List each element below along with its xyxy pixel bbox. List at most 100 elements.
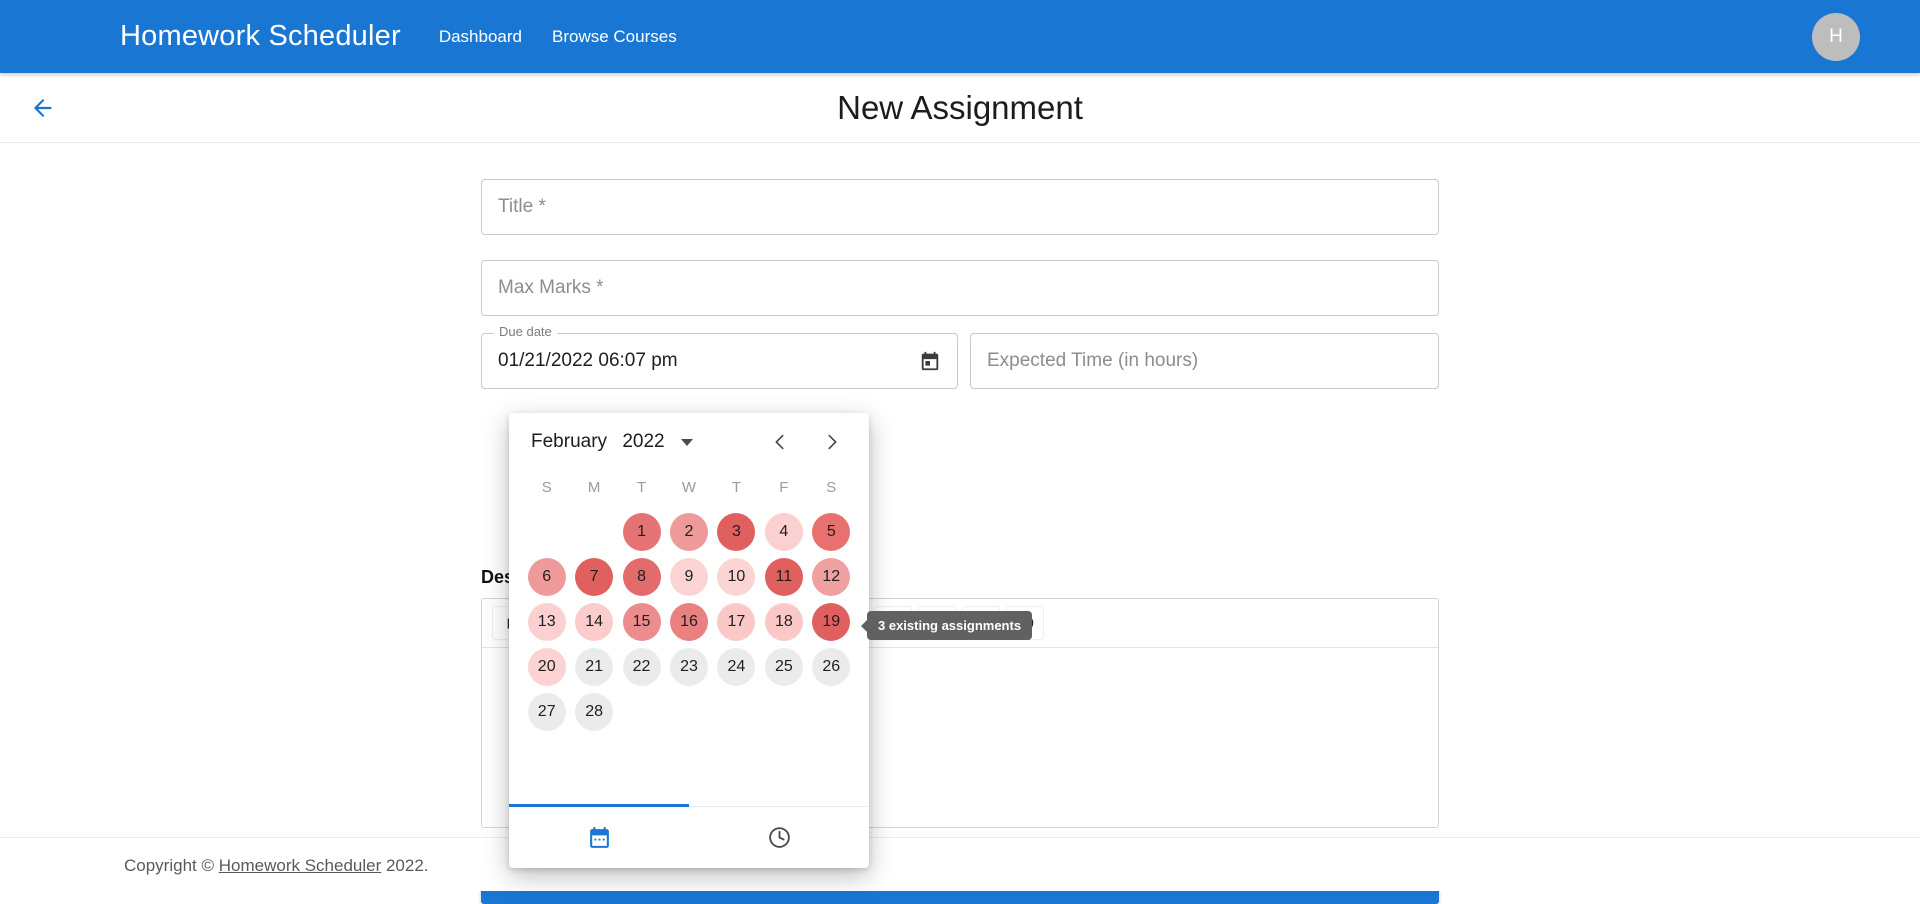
open-calendar-button[interactable] <box>919 350 941 372</box>
day-cell: 23 <box>665 644 712 689</box>
clock-icon <box>767 825 792 850</box>
calendar-day[interactable]: 9 <box>670 558 708 596</box>
day-cell: 28 <box>570 689 617 734</box>
date-picker-header: February 2022 <box>509 413 869 471</box>
day-cell: 22 <box>618 644 665 689</box>
day-cell: 10 <box>713 554 760 599</box>
calendar-day[interactable]: 10 <box>717 558 755 596</box>
date-picker-nav <box>769 431 857 453</box>
due-date-legend: Due date <box>494 325 557 338</box>
due-date-value: 01/21/2022 06:07 pm <box>498 350 678 372</box>
calendar-day[interactable]: 12 <box>812 558 850 596</box>
calendar-day[interactable]: 13 <box>528 603 566 641</box>
calendar-day[interactable]: 16 <box>670 603 708 641</box>
calendar-day[interactable]: 2 <box>670 513 708 551</box>
calendar-day[interactable]: 11 <box>765 558 803 596</box>
calendar-day[interactable]: 5 <box>812 513 850 551</box>
clock-tab[interactable] <box>689 807 869 868</box>
day-cell: 14 <box>570 599 617 644</box>
weekday-header-row: SMTWTFS <box>509 471 869 505</box>
calendar-day[interactable]: 22 <box>623 648 661 686</box>
day-cell: 18 <box>760 599 807 644</box>
weekday-label: S <box>808 471 855 505</box>
next-month-button[interactable] <box>821 431 843 453</box>
calendar-day[interactable]: 18 <box>765 603 803 641</box>
title-input[interactable]: Title * <box>481 179 1439 235</box>
calendar-day[interactable]: 15 <box>623 603 661 641</box>
day-cell: 3 <box>713 509 760 554</box>
chevron-left-icon <box>769 431 791 453</box>
page-title: New Assignment <box>0 73 1920 143</box>
calendar-day[interactable]: 17 <box>717 603 755 641</box>
calendar-day[interactable]: 7 <box>575 558 613 596</box>
day-cell: 1 <box>618 509 665 554</box>
day-cell: 19 <box>808 599 855 644</box>
day-cell: 5 <box>808 509 855 554</box>
day-cell-empty <box>523 509 570 554</box>
day-cell: 20 <box>523 644 570 689</box>
avatar[interactable]: H <box>1812 13 1860 61</box>
day-cell: 21 <box>570 644 617 689</box>
copyright-text: Copyright © Homework Scheduler 2022. <box>124 856 429 876</box>
year-label: 2022 <box>622 431 664 452</box>
calendar-day[interactable]: 26 <box>812 648 850 686</box>
day-grid: 1234567891011121314151617181920212223242… <box>509 509 869 734</box>
weekday-label: W <box>665 471 712 505</box>
day-cell: 4 <box>760 509 807 554</box>
calendar-day[interactable]: 20 <box>528 648 566 686</box>
day-cell: 9 <box>665 554 712 599</box>
day-cell: 2 <box>665 509 712 554</box>
calendar-day[interactable]: 6 <box>528 558 566 596</box>
day-cell: 13 <box>523 599 570 644</box>
calendar-day[interactable]: 25 <box>765 648 803 686</box>
day-cell: 8 <box>618 554 665 599</box>
calendar-day[interactable]: 28 <box>575 693 613 731</box>
footer-link[interactable]: Homework Scheduler <box>219 856 382 875</box>
day-cell: 16 <box>665 599 712 644</box>
calendar-tab[interactable] <box>509 807 689 868</box>
day-cell: 12 <box>808 554 855 599</box>
month-label: February <box>531 431 607 452</box>
day-cell: 17 <box>713 599 760 644</box>
copyright-prefix: Copyright © <box>124 856 219 875</box>
nav-link-browse-courses[interactable]: Browse Courses <box>550 24 679 49</box>
calendar-day[interactable]: 8 <box>623 558 661 596</box>
day-cell: 7 <box>570 554 617 599</box>
nav-link-dashboard[interactable]: Dashboard <box>437 24 524 49</box>
calendar-day[interactable]: 21 <box>575 648 613 686</box>
calendar-day[interactable]: 23 <box>670 648 708 686</box>
expected-time-input[interactable]: Expected Time (in hours) <box>970 333 1439 389</box>
date-picker-tabs <box>509 806 869 868</box>
calendar-day[interactable]: 1 <box>623 513 661 551</box>
month-year-label[interactable]: February 2022 <box>531 431 665 453</box>
day-cell: 24 <box>713 644 760 689</box>
weekday-label: M <box>570 471 617 505</box>
calendar-day[interactable]: 14 <box>575 603 613 641</box>
app-brand[interactable]: Homework Scheduler <box>120 22 401 51</box>
chevron-right-icon <box>821 431 843 453</box>
calendar-day[interactable]: 24 <box>717 648 755 686</box>
calendar-icon <box>587 825 612 850</box>
due-date-input[interactable]: Due date 01/21/2022 06:07 pm <box>481 333 958 389</box>
weekday-label: T <box>713 471 760 505</box>
calendar-day[interactable]: 19 <box>812 603 850 641</box>
page-header: New Assignment <box>0 73 1920 143</box>
day-cell: 25 <box>760 644 807 689</box>
caret-down-icon[interactable] <box>681 439 693 446</box>
top-navbar: Homework Scheduler Dashboard Browse Cour… <box>0 0 1920 73</box>
date-picker-popup: February 2022 SMTWTFS 123456789101112131… <box>509 413 869 868</box>
calendar-day[interactable]: 27 <box>528 693 566 731</box>
max-marks-input[interactable]: Max Marks * <box>481 260 1439 316</box>
page-footer: Copyright © Homework Scheduler 2022. <box>0 837 1920 891</box>
calendar-icon <box>919 350 941 372</box>
prev-month-button[interactable] <box>769 431 791 453</box>
copyright-suffix: 2022. <box>381 856 428 875</box>
weekday-label: S <box>523 471 570 505</box>
calendar-day[interactable]: 3 <box>717 513 755 551</box>
calendar-day[interactable]: 4 <box>765 513 803 551</box>
day-cell: 11 <box>760 554 807 599</box>
weekday-label: F <box>760 471 807 505</box>
day-cell: 27 <box>523 689 570 734</box>
day-cell-empty <box>570 509 617 554</box>
day-cell: 6 <box>523 554 570 599</box>
